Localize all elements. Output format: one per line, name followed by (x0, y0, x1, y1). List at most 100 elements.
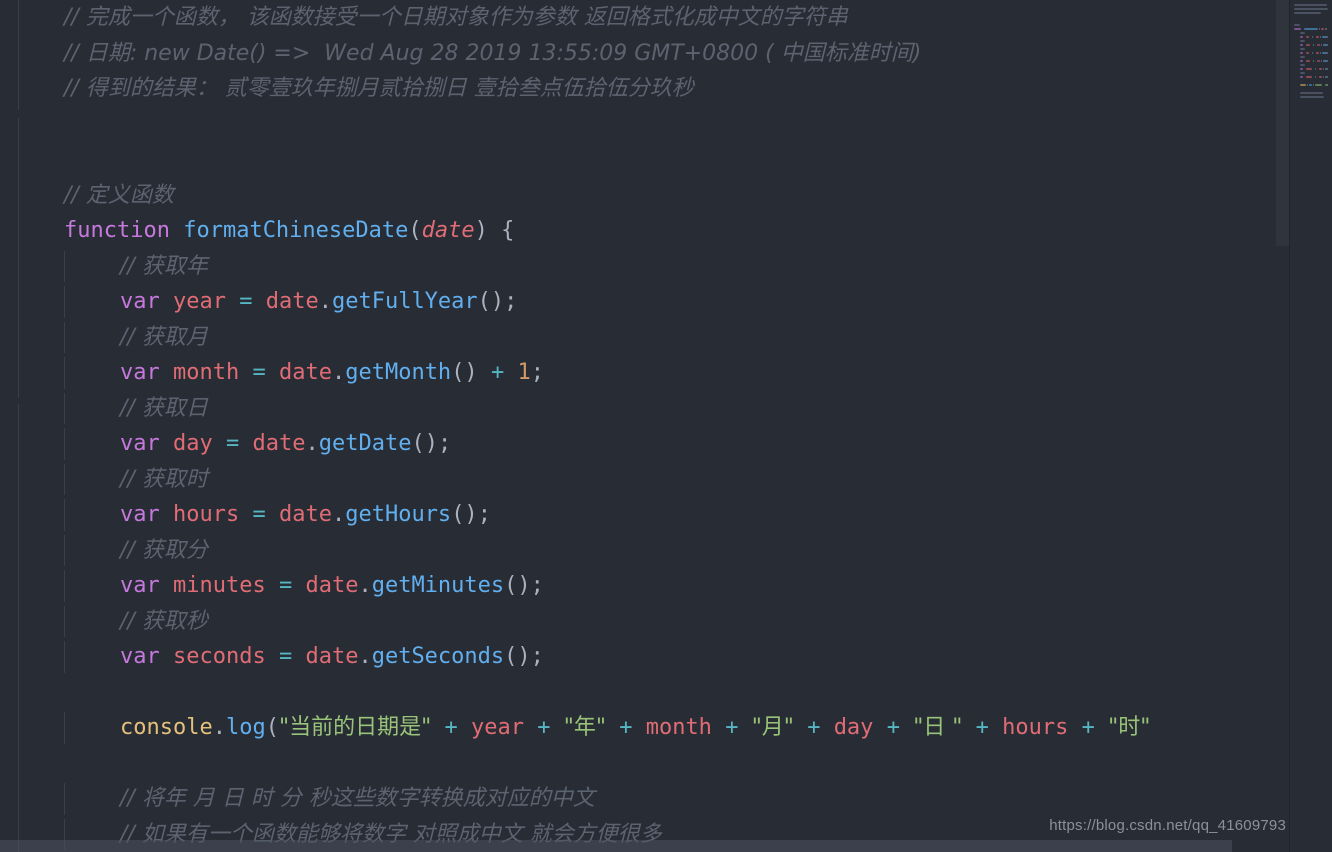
code-line[interactable]: // 完成一个函数， 该函数接受一个日期对象作为参数 返回格式化成中文的字符串 (0, 0, 1290, 36)
code-line[interactable]: // 获取分 (0, 533, 1290, 569)
token-comment: // 获取秒 (120, 608, 208, 634)
code-line[interactable]: // 获取秒 (0, 604, 1290, 640)
token-variable: day (173, 431, 213, 456)
code-line[interactable]: // 得到的结果： 贰零壹玖年捌月贰拾捌日 壹拾叁点伍拾伍分玖秒 (0, 71, 1290, 107)
code-line[interactable] (0, 107, 1290, 143)
code-line[interactable]: // 将年 月 日 时 分 秒这些数字转换成对应的中文 (0, 781, 1290, 817)
minimap-token (1321, 28, 1324, 30)
code-line[interactable]: // 日期: new Date() => Wed Aug 28 2019 13:… (0, 36, 1290, 72)
token-punctuation: ; (437, 431, 452, 456)
code-editor[interactable]: // 完成一个函数， 该函数接受一个日期对象作为参数 返回格式化成中文的字符串 /… (0, 0, 1290, 852)
token-variable: date (278, 360, 332, 385)
code-line[interactable]: var month = date.getMonth() + 1; (0, 355, 1290, 391)
horizontal-scrollbar-thumb[interactable] (0, 840, 1232, 852)
token-keyword: var (120, 360, 160, 385)
minimap-token (1319, 68, 1322, 70)
code-line[interactable] (0, 142, 1290, 178)
token-function: getMonth (345, 360, 452, 385)
code-line[interactable]: // 定义函数 (0, 178, 1290, 214)
minimap-token (1323, 68, 1324, 70)
indent-guide (64, 641, 65, 673)
token-punctuation: . (305, 431, 319, 456)
code-line[interactable]: var year = date.getFullYear(); (0, 284, 1290, 320)
code-line[interactable]: var minutes = date.getMinutes(); (0, 568, 1290, 604)
code-line[interactable] (0, 675, 1290, 711)
minimap-token (1300, 76, 1303, 78)
token-keyword: var (120, 502, 160, 527)
token-keyword: var (120, 573, 160, 598)
token-operator: = (278, 644, 293, 669)
indent-guide (64, 428, 65, 460)
token-punctuation: ; (530, 360, 544, 385)
token-keyword: function (64, 218, 170, 243)
token-operator: = (226, 431, 240, 456)
token-operator: + (975, 715, 989, 740)
code-line[interactable]: console.log("当前的日期是" + year + "年" + mont… (0, 710, 1290, 746)
token-operator: + (1081, 715, 1095, 740)
minimap-token (1316, 52, 1319, 54)
minimap-token (1306, 60, 1310, 62)
token-punctuation: ; (504, 289, 518, 314)
token-variable: minutes (173, 573, 266, 598)
vertical-scrollbar-thumb[interactable] (1276, 0, 1290, 246)
token-object: console (120, 715, 213, 740)
minimap-token (1319, 28, 1320, 30)
minimap-token (1320, 52, 1321, 54)
minimap-token (1312, 36, 1313, 38)
minimap-token (1306, 68, 1312, 70)
token-comment: // 获取时 (120, 466, 208, 492)
watermark-url: https://blog.csdn.net/qq_41609793 (1049, 817, 1286, 834)
token-variable: date (278, 502, 332, 527)
token-variable: hours (1002, 715, 1069, 740)
token-comment: // 定义函数 (64, 182, 174, 208)
token-function: getMinutes (371, 573, 505, 598)
minimap-token (1300, 64, 1305, 66)
code-line[interactable]: // 获取月 (0, 320, 1290, 356)
minimap-token (1315, 84, 1322, 86)
minimap-token (1300, 96, 1324, 98)
token-punctuation: . (358, 573, 372, 598)
minimap-token (1317, 44, 1320, 46)
minimap[interactable] (1289, 0, 1332, 852)
token-comment: // 获取日 (120, 395, 208, 421)
minimap-token (1320, 36, 1321, 38)
token-comment: // 获取年 (120, 253, 208, 279)
minimap-token (1315, 68, 1316, 70)
token-string: "月" (751, 715, 794, 740)
token-variable: year (470, 715, 524, 740)
token-operator: + (807, 715, 821, 740)
token-operator: + (725, 715, 739, 740)
code-line[interactable]: // 获取时 (0, 462, 1290, 498)
code-line[interactable] (0, 746, 1290, 782)
indent-guide (64, 712, 65, 744)
code-line[interactable]: // 获取年 (0, 249, 1290, 285)
code-line[interactable]: var hours = date.getHours(); (0, 497, 1290, 533)
code-line[interactable]: function formatChineseDate(date) { (0, 213, 1290, 249)
token-string: "年" (563, 715, 606, 740)
code-line[interactable]: var seconds = date.getSeconds(); (0, 639, 1290, 675)
minimap-token (1316, 36, 1319, 38)
token-variable: month (173, 360, 240, 385)
token-param: date (421, 218, 475, 243)
code-content[interactable]: // 完成一个函数， 该函数接受一个日期对象作为参数 返回格式化成中文的字符串 /… (0, 0, 1290, 852)
minimap-token (1300, 32, 1305, 34)
code-line[interactable]: var day = date.getDate(); (0, 426, 1290, 462)
token-punctuation: () (451, 360, 478, 385)
minimap-token (1326, 52, 1327, 54)
indent-guide (64, 463, 65, 495)
token-operator: = (252, 360, 266, 385)
minimap-token (1321, 44, 1322, 46)
code-line[interactable]: // 获取日 (0, 391, 1290, 427)
token-punctuation: . (212, 715, 226, 740)
token-operator: + (490, 360, 505, 385)
token-punctuation: ( (408, 218, 422, 243)
